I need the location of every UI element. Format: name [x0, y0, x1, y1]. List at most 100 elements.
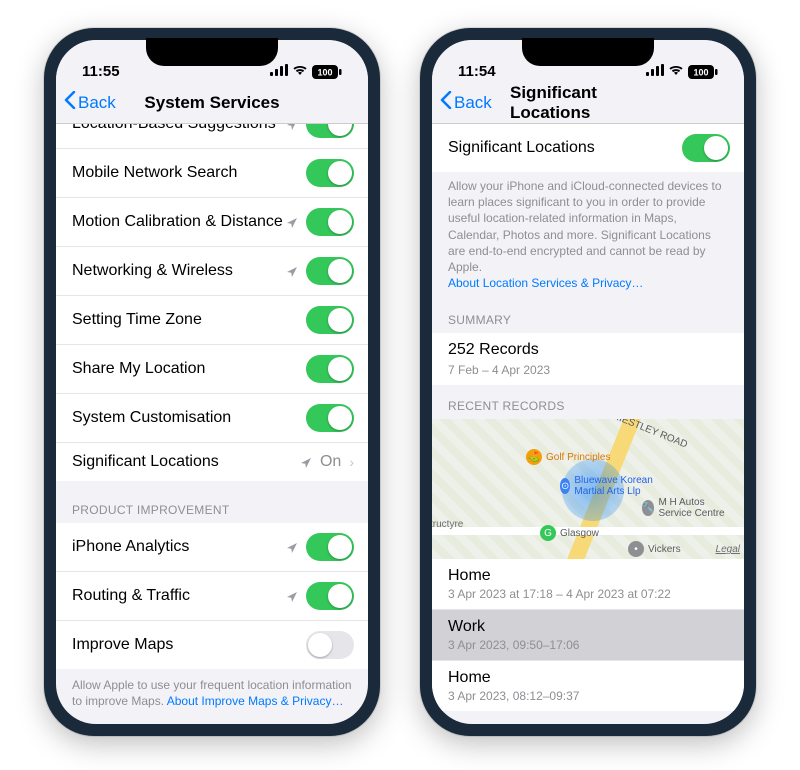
- screen: 11:54 100 Back Significant Locations Sig…: [432, 40, 744, 724]
- map-poi-mh: 🔧M H Autos Service Centre: [642, 497, 732, 519]
- services-group: Location-Based Suggestions Mobile Network…: [56, 124, 368, 442]
- content-scroll[interactable]: Location-Based Suggestions Mobile Network…: [56, 124, 368, 724]
- explanatory-text: Allow your iPhone and iCloud-connected d…: [432, 172, 744, 299]
- record-title: Home: [448, 567, 491, 585]
- map-legal-link[interactable]: Legal: [716, 544, 740, 555]
- service-row: System Customisation: [56, 393, 368, 442]
- improvement-label: Improve Maps: [72, 636, 306, 654]
- signal-icon: [270, 63, 288, 80]
- map-label-structyre: tructyre: [432, 519, 463, 530]
- record-title: Home: [448, 669, 491, 687]
- significant-locations-label: Significant Locations: [72, 453, 300, 471]
- page-title: Significant Locations: [510, 83, 666, 123]
- service-row: Share My Location: [56, 344, 368, 393]
- service-label: Mobile Network Search: [72, 164, 306, 182]
- recent-records-header: RECENT RECORDS: [432, 385, 744, 419]
- improvement-toggle[interactable]: [306, 631, 354, 659]
- battery-icon: 100: [312, 65, 342, 79]
- back-label: Back: [454, 93, 492, 113]
- signal-icon: [646, 63, 664, 80]
- significant-locations-toggle-label: Significant Locations: [448, 139, 682, 157]
- service-row: Location-Based Suggestions: [56, 124, 368, 148]
- improvement-toggle[interactable]: [306, 533, 354, 561]
- summary-subtitle: 7 Feb – 4 Apr 2023: [448, 363, 550, 377]
- map-poi-golf: ⛳Golf Principles: [526, 449, 610, 465]
- service-label: System Customisation: [72, 409, 306, 427]
- location-arrow-icon: [286, 216, 298, 228]
- service-toggle[interactable]: [306, 124, 354, 138]
- chevron-left-icon: [440, 91, 452, 114]
- location-arrow-icon: [286, 124, 298, 130]
- map-poi-vickers: •Vickers: [628, 541, 681, 557]
- map-preview[interactable]: RIESTLEY ROAD ⛳Golf Principles ⊙Bluewave…: [432, 419, 744, 559]
- record-title: Work: [448, 618, 485, 636]
- service-row: Motion Calibration & Distance: [56, 197, 368, 246]
- significant-locations-value: On: [320, 453, 341, 471]
- status-indicators: 100: [646, 63, 718, 80]
- legend: System services that have requested acce…: [56, 717, 368, 724]
- service-row: Mobile Network Search: [56, 148, 368, 197]
- svg-text:100: 100: [317, 67, 332, 77]
- improvement-row: Routing & Traffic: [56, 571, 368, 620]
- wifi-icon: [668, 63, 684, 80]
- content-scroll[interactable]: Significant Locations Allow your iPhone …: [432, 124, 744, 724]
- improve-maps-note: Allow Apple to use your frequent locatio…: [56, 669, 368, 717]
- location-privacy-link[interactable]: About Location Services & Privacy…: [448, 276, 643, 290]
- significant-locations-toggle[interactable]: [682, 134, 730, 162]
- service-toggle[interactable]: [306, 257, 354, 285]
- record-row[interactable]: Work 3 Apr 2023, 09:50–17:06: [432, 609, 744, 660]
- location-arrow-icon: [286, 265, 298, 277]
- improvement-row: Improve Maps: [56, 620, 368, 669]
- summary-title: 252 Records: [448, 341, 539, 359]
- improve-maps-privacy-link[interactable]: About Improve Maps & Privacy…: [167, 694, 344, 708]
- phone-significant-locations: 11:54 100 Back Significant Locations Sig…: [420, 28, 756, 736]
- product-improvement-header: PRODUCT IMPROVEMENT: [56, 489, 368, 523]
- status-time: 11:55: [82, 63, 120, 80]
- status-indicators: 100: [270, 63, 342, 80]
- service-toggle[interactable]: [306, 306, 354, 334]
- service-label: Location-Based Suggestions: [72, 124, 286, 133]
- page-title: System Services: [144, 93, 279, 113]
- wifi-icon: [292, 63, 308, 80]
- service-row: Setting Time Zone: [56, 295, 368, 344]
- record-row[interactable]: Home 3 Apr 2023 at 17:18 – 4 Apr 2023 at …: [432, 559, 744, 609]
- battery-icon: 100: [688, 65, 718, 79]
- service-toggle[interactable]: [306, 404, 354, 432]
- summary-row[interactable]: 252 Records 7 Feb – 4 Apr 2023: [432, 333, 744, 385]
- summary-header: SUMMARY: [432, 299, 744, 333]
- location-arrow-icon: [286, 541, 298, 553]
- explanatory-body: Allow your iPhone and iCloud-connected d…: [448, 179, 722, 274]
- improvement-toggle[interactable]: [306, 582, 354, 610]
- nav-bar: Back System Services: [56, 82, 368, 124]
- record-row[interactable]: Home3 Apr 2023, 08:12–09:37: [432, 660, 744, 711]
- service-label: Setting Time Zone: [72, 311, 306, 329]
- record-subtitle: 3 Apr 2023, 09:50–17:06: [448, 638, 579, 652]
- service-label: Networking & Wireless: [72, 262, 286, 280]
- back-button[interactable]: Back: [64, 91, 116, 114]
- notch: [522, 38, 654, 66]
- significant-locations-row[interactable]: Significant Locations On ›: [56, 442, 368, 481]
- nav-bar: Back Significant Locations: [432, 82, 744, 124]
- improvement-label: iPhone Analytics: [72, 538, 286, 556]
- product-improvement-group: PRODUCT IMPROVEMENT iPhone Analytics Rout…: [56, 489, 368, 669]
- record-subtitle: 3 Apr 2023 at 17:18 – 4 Apr 2023 at 07:2…: [448, 587, 671, 601]
- map-poi-glasgow: GGlasgow: [540, 525, 599, 541]
- phone-system-services: 11:55 100 Back System Services Location-…: [44, 28, 380, 736]
- improvement-row: iPhone Analytics: [56, 523, 368, 571]
- service-label: Motion Calibration & Distance: [72, 213, 286, 231]
- chevron-right-icon: ›: [349, 454, 354, 470]
- location-arrow-icon: [286, 590, 298, 602]
- location-arrow-icon: [300, 456, 312, 468]
- notch: [146, 38, 278, 66]
- service-toggle[interactable]: [306, 159, 354, 187]
- records-list: Home 3 Apr 2023 at 17:18 – 4 Apr 2023 at …: [432, 559, 744, 711]
- chevron-left-icon: [64, 91, 76, 114]
- significant-locations-toggle-row: Significant Locations: [432, 124, 744, 172]
- svg-text:100: 100: [693, 67, 708, 77]
- service-toggle[interactable]: [306, 208, 354, 236]
- screen: 11:55 100 Back System Services Location-…: [56, 40, 368, 724]
- back-button[interactable]: Back: [440, 91, 492, 114]
- service-toggle[interactable]: [306, 355, 354, 383]
- back-label: Back: [78, 93, 116, 113]
- status-time: 11:54: [458, 63, 496, 80]
